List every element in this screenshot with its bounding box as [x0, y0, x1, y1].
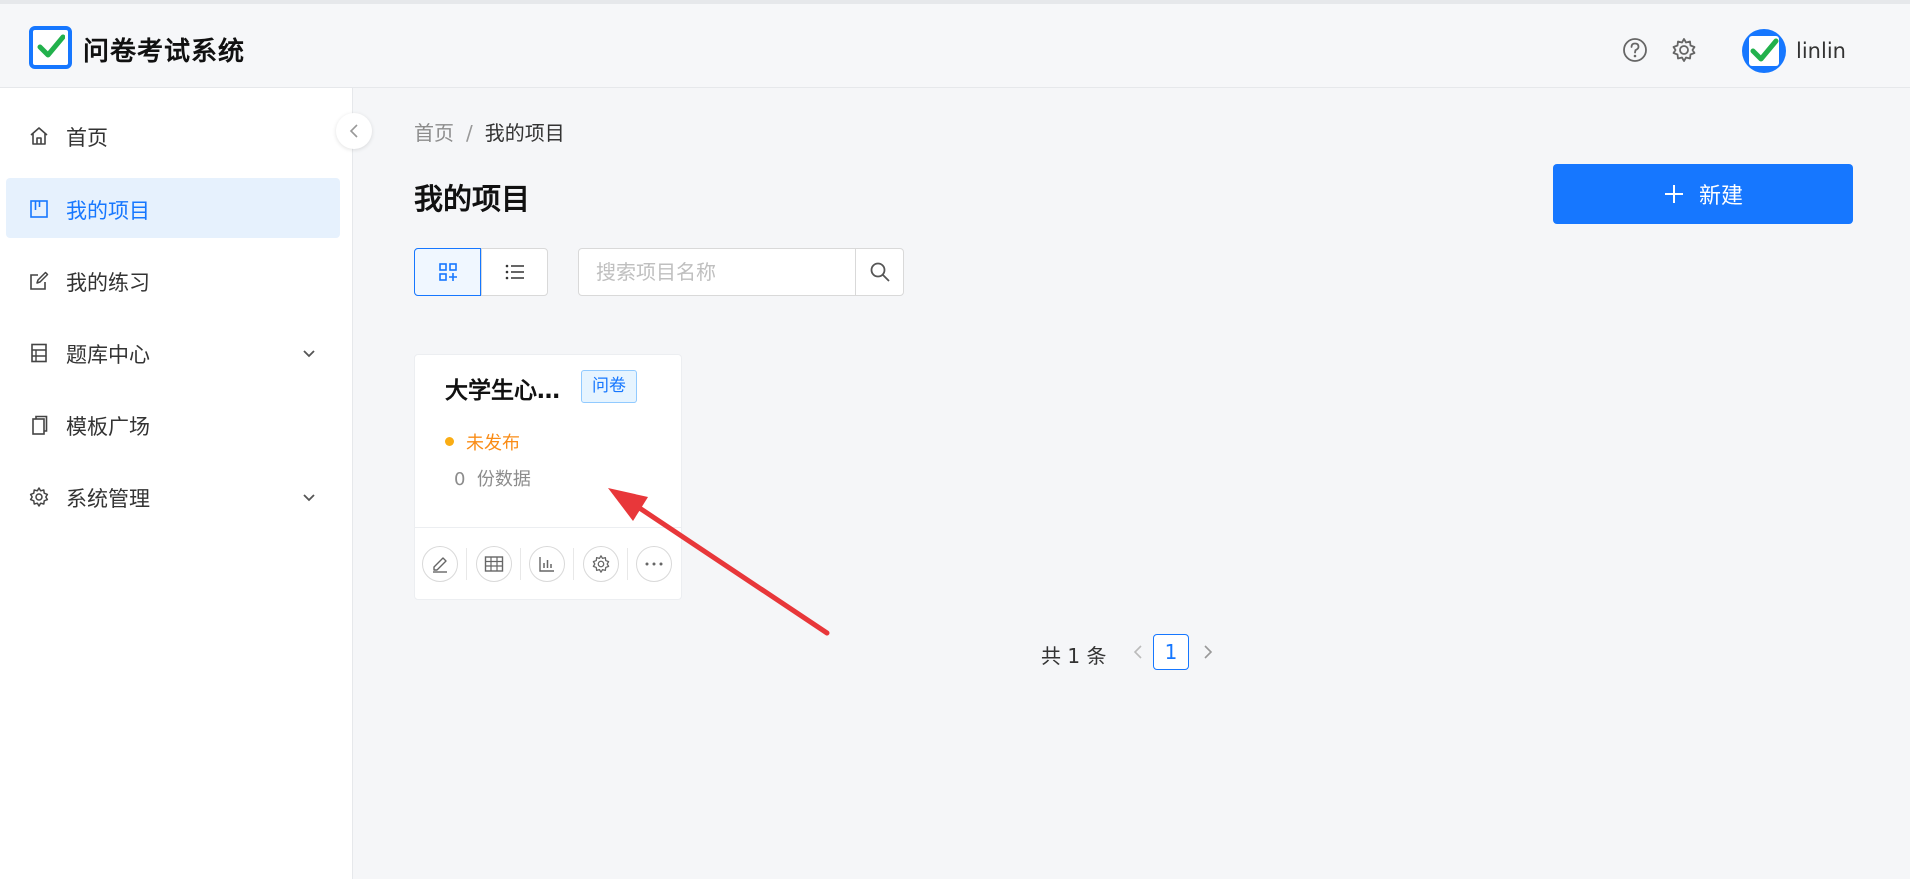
- help-icon[interactable]: [1621, 36, 1649, 64]
- breadcrumb-current: 我的项目: [484, 121, 565, 145]
- sidebar-item-home[interactable]: 首页: [6, 105, 340, 165]
- count-value: 0: [454, 469, 466, 490]
- search-input[interactable]: [579, 249, 855, 295]
- table-icon: [484, 556, 504, 572]
- card-more-button[interactable]: [636, 546, 672, 582]
- page-title: 我的项目: [414, 182, 531, 216]
- sidebar-item-label: 系统管理: [66, 487, 150, 511]
- top-header: 问卷考试系统 linlin: [0, 0, 1910, 88]
- sidebar-item-templates[interactable]: 模板广场: [6, 394, 340, 454]
- card-data-count: 0 份数据: [454, 465, 531, 491]
- card-title[interactable]: 大学生心理健康调查问卷: [445, 371, 570, 405]
- card-actions: [415, 527, 681, 600]
- card-statistics-button[interactable]: [529, 546, 565, 582]
- card-edit-button[interactable]: [422, 546, 458, 582]
- template-copy-icon: [32, 415, 48, 435]
- sidebar: 首页 我的项目 我的练习 题库中心 模板广场 系统管理: [0, 88, 353, 879]
- app-logo: [29, 26, 72, 69]
- sidebar-item-my-practice[interactable]: 我的练习: [6, 250, 340, 310]
- settings-gear-icon[interactable]: [1670, 36, 1698, 64]
- user-avatar[interactable]: [1742, 29, 1786, 73]
- grid-view-icon: [438, 263, 457, 281]
- pagination-page-1[interactable]: 1: [1153, 634, 1189, 670]
- question-bank-icon: [31, 343, 47, 363]
- username[interactable]: linlin: [1796, 39, 1846, 63]
- search-button[interactable]: [855, 249, 903, 295]
- edit-note-icon: [30, 271, 49, 290]
- card-status: 未发布: [466, 433, 520, 454]
- chevron-left-icon: [349, 124, 358, 138]
- sidebar-collapse-button[interactable]: [336, 113, 372, 149]
- action-divider: [520, 548, 521, 580]
- project-board-icon: [30, 200, 48, 218]
- gear-icon: [29, 487, 49, 507]
- action-divider: [627, 548, 628, 580]
- new-project-button[interactable]: 新建: [1553, 164, 1853, 224]
- breadcrumb: 首页 / 我的项目: [414, 117, 565, 146]
- chevron-down-icon: [303, 350, 315, 358]
- card-settings-button[interactable]: [583, 546, 619, 582]
- sidebar-item-my-projects[interactable]: 我的项目: [6, 178, 340, 238]
- sidebar-item-question-bank[interactable]: 题库中心: [6, 322, 340, 382]
- more-ellipsis-icon: [645, 562, 663, 566]
- pagination-total: 共 1 条: [1041, 644, 1107, 668]
- plus-icon: [1664, 185, 1683, 203]
- list-view-icon: [505, 264, 524, 280]
- action-divider: [466, 548, 467, 580]
- new-button-label: 新建: [1698, 184, 1743, 209]
- sidebar-item-system-admin[interactable]: 系统管理: [6, 466, 340, 526]
- breadcrumb-separator: /: [466, 121, 473, 145]
- sidebar-item-label: 我的项目: [66, 199, 150, 223]
- card-data-table-button[interactable]: [476, 546, 512, 582]
- pagination-prev-icon[interactable]: [1128, 642, 1148, 662]
- grid-view-button[interactable]: [414, 248, 481, 296]
- search-box: [578, 248, 904, 296]
- gear-icon: [592, 555, 610, 573]
- bar-chart-icon: [539, 557, 554, 572]
- chevron-down-icon: [303, 494, 315, 502]
- breadcrumb-home-link[interactable]: 首页: [414, 121, 454, 145]
- card-type-tag: 问卷: [581, 370, 637, 403]
- count-label: 份数据: [476, 469, 531, 490]
- sidebar-item-label: 题库中心: [66, 343, 150, 367]
- status-dot: [445, 437, 454, 446]
- pencil-icon: [433, 557, 447, 573]
- list-view-button[interactable]: [481, 249, 547, 295]
- home-icon: [30, 127, 48, 145]
- search-icon: [870, 262, 890, 282]
- project-card[interactable]: 大学生心理健康调查问卷 问卷 未发布 0 份数据: [414, 354, 682, 600]
- sidebar-item-label: 模板广场: [66, 415, 150, 439]
- sidebar-item-label: 首页: [66, 126, 108, 150]
- view-toggle: [414, 248, 548, 296]
- action-divider: [573, 548, 574, 580]
- app-title: 问卷考试系统: [83, 37, 246, 67]
- sidebar-item-label: 我的练习: [66, 271, 150, 295]
- pagination-next-icon[interactable]: [1198, 642, 1218, 662]
